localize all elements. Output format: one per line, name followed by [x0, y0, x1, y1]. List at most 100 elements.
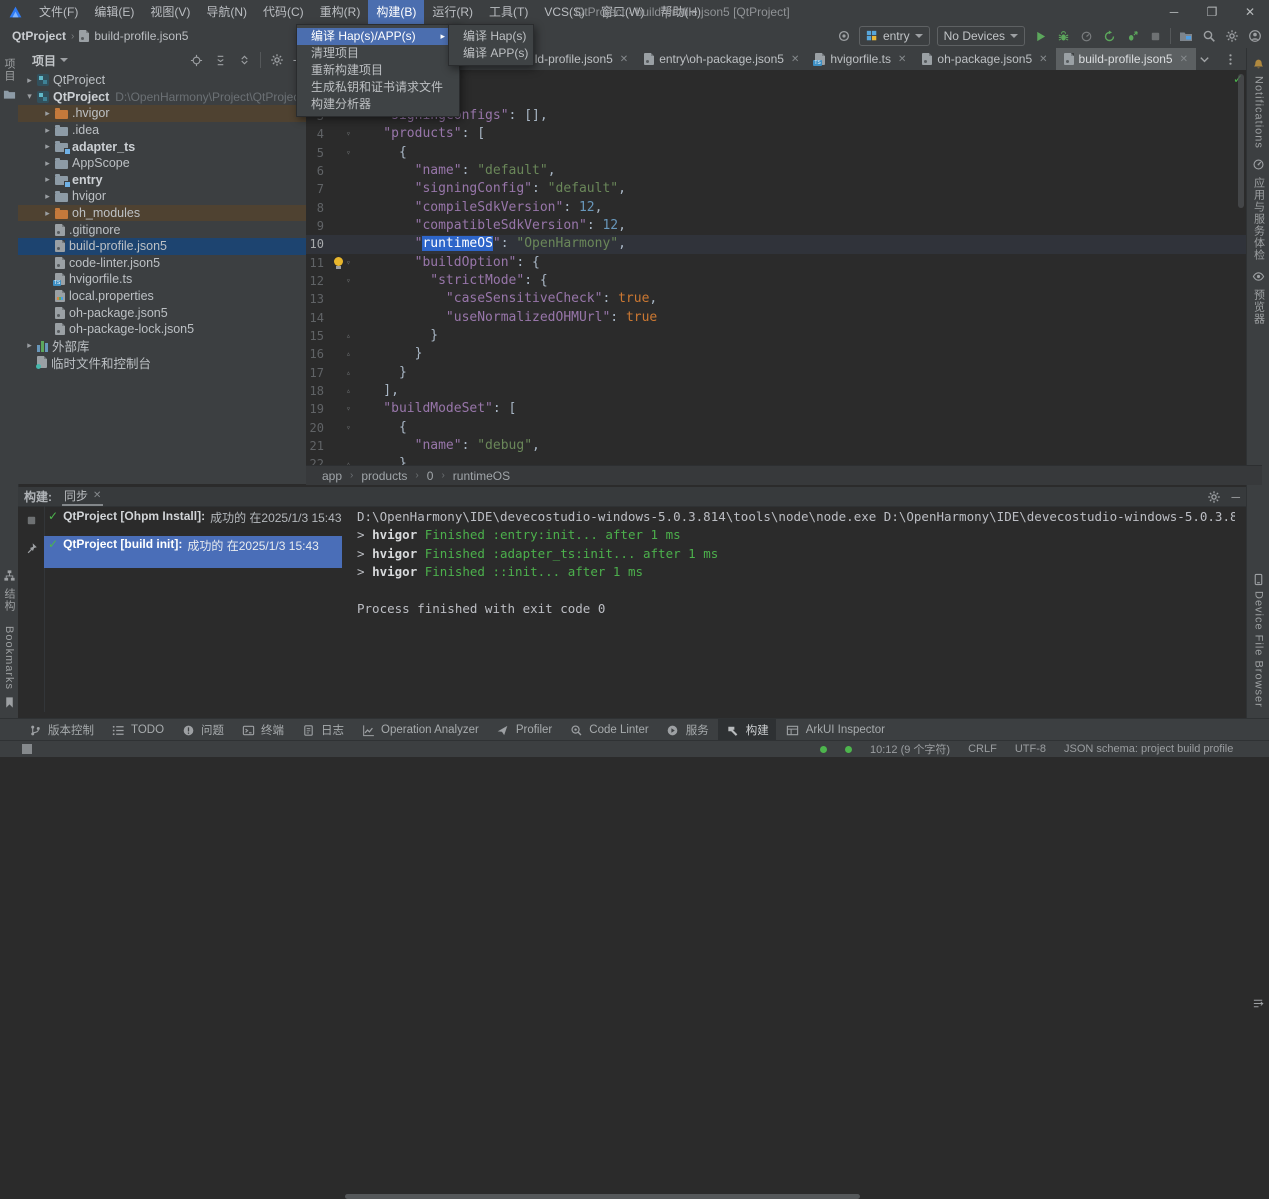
menu-代码(C)[interactable]: 代码(C) [255, 0, 312, 24]
tree-item[interactable]: 临时文件和控制台 [18, 354, 306, 371]
fold-end-icon[interactable]: ▵ [346, 345, 351, 363]
tree-item[interactable]: .gitignore [18, 221, 306, 238]
tool-window-button-log[interactable]: 日志 [293, 719, 351, 741]
tree-item[interactable]: ▸QtProject [18, 72, 306, 89]
menu-item-编译 APP(s)[interactable]: 编译 APP(s) [449, 45, 533, 62]
close-button[interactable]: ✕ [1231, 0, 1269, 24]
tree-item[interactable]: oh-package.json5 [18, 304, 306, 321]
tree-item[interactable]: ▸entry [18, 172, 306, 189]
close-icon[interactable]: ✕ [898, 54, 906, 65]
menu-item-编译 Hap(s)/APP(s)[interactable]: 编译 Hap(s)/APP(s)▸ [297, 28, 459, 45]
tree-item[interactable]: code-linter.json5 [18, 255, 306, 272]
tool-window-button-git-branch[interactable]: 版本控制 [20, 719, 101, 741]
breadcrumb-project[interactable]: QtProject [12, 29, 66, 43]
tool-window-button-inspector[interactable]: ArkUI Inspector [778, 719, 892, 741]
hide-panel-icon[interactable]: ─ [1231, 490, 1240, 504]
tree-item[interactable]: hvigorfile.ts [18, 271, 306, 288]
search-icon[interactable] [1201, 28, 1217, 44]
tool-window-button-hammer[interactable]: 构建 [718, 719, 776, 741]
tool-button-bookmarks[interactable]: Bookmarks [1, 626, 17, 710]
menu-重构(R)[interactable]: 重构(R) [312, 0, 369, 24]
tool-window-button-services[interactable]: 服务 [658, 719, 716, 741]
editor-tab[interactable]: entry\oh-package.json5✕ [636, 48, 807, 70]
tool-button-gauge[interactable]: 应用与服务体检 [1247, 157, 1269, 261]
tree-item[interactable]: ▾QtProjectD:\OpenHarmony\Project\QtProje… [18, 89, 306, 106]
target-icon[interactable] [836, 28, 852, 44]
stop-icon[interactable] [1147, 28, 1163, 44]
menu-构建(B)[interactable]: 构建(B) [368, 0, 424, 24]
code-editor[interactable]: 3 "signingConfigs": [],4▿ "products": [5… [306, 70, 1246, 465]
stop-icon[interactable] [23, 512, 39, 528]
fold-collapse-icon[interactable]: ▿ [346, 254, 351, 272]
menu-文件(F)[interactable]: 文件(F) [31, 0, 86, 24]
fold-end-icon[interactable]: ▵ [346, 382, 351, 400]
tab-sync[interactable]: 同步✕ [62, 487, 103, 506]
caret-position[interactable]: 10:12 (9 个字符) [870, 741, 950, 757]
menu-工具(T)[interactable]: 工具(T) [481, 0, 536, 24]
fold-end-icon[interactable]: ▵ [346, 327, 351, 345]
profiler-gray-icon[interactable] [1078, 28, 1094, 44]
device-selector[interactable]: No Devices [937, 26, 1025, 46]
debug-icon[interactable] [1055, 28, 1071, 44]
menu-运行(R)[interactable]: 运行(R) [424, 0, 481, 24]
close-icon[interactable]: ✕ [93, 490, 101, 501]
menu-item-生成私钥和证书请求文件[interactable]: 生成私钥和证书请求文件 [297, 79, 459, 96]
tree-item[interactable]: ▸.hvigor [18, 105, 306, 122]
maximize-button[interactable]: ❐ [1193, 0, 1231, 24]
encoding[interactable]: UTF-8 [1015, 743, 1046, 755]
project-panel-title[interactable]: 项目 [32, 52, 56, 69]
tree-item[interactable]: build-profile.json5 [18, 238, 306, 255]
fold-collapse-icon[interactable]: ▿ [346, 125, 351, 143]
crumb-index[interactable]: 0 [427, 469, 434, 483]
tool-window-button-problems[interactable]: 问题 [173, 719, 231, 741]
tree-item[interactable]: ▸外部库 [18, 338, 306, 355]
menu-item-构建分析器[interactable]: 构建分析器 [297, 96, 459, 113]
collapse-all-icon[interactable] [236, 52, 252, 68]
fold-collapse-icon[interactable]: ▿ [346, 419, 351, 437]
menu-item-清理项目[interactable]: 清理项目 [297, 45, 459, 62]
fold-collapse-icon[interactable]: ▿ [346, 400, 351, 418]
editor-tab[interactable]: hvigorfile.ts✕ [807, 48, 914, 70]
console-horizontal-scrollbar[interactable] [345, 1194, 860, 1199]
fold-end-icon[interactable]: ▵ [346, 455, 351, 465]
module-selector[interactable]: entry [859, 26, 930, 46]
layout-icon[interactable] [22, 744, 32, 754]
tree-item[interactable]: ▸adapter_ts [18, 138, 306, 155]
menu-item-编译 Hap(s)[interactable]: 编译 Hap(s) [449, 28, 533, 45]
close-icon[interactable]: ✕ [1180, 54, 1188, 65]
minimize-button[interactable]: ─ [1155, 0, 1193, 24]
device-manager-icon[interactable] [1178, 28, 1194, 44]
gear-icon[interactable] [1224, 28, 1240, 44]
gear-icon[interactable] [269, 52, 285, 68]
editor-tab[interactable]: oh-package.json5✕ [914, 48, 1055, 70]
rerun-icon[interactable] [1101, 28, 1117, 44]
tree-item[interactable]: ▸.idea [18, 122, 306, 139]
menu-item-重新构建项目[interactable]: 重新构建项目 [297, 62, 459, 79]
breadcrumb-file[interactable]: build-profile.json5 [94, 29, 188, 43]
close-icon[interactable]: ✕ [1039, 54, 1047, 65]
tree-item[interactable]: ▸hvigor [18, 188, 306, 205]
locate-icon[interactable] [188, 52, 204, 68]
json-schema[interactable]: JSON schema: project build profile [1064, 743, 1233, 755]
tree-item[interactable]: ▸AppScope [18, 155, 306, 172]
fold-collapse-icon[interactable]: ▿ [346, 144, 351, 162]
editor-scrollbar[interactable] [1238, 74, 1244, 208]
chevron-down-icon[interactable] [1196, 51, 1212, 67]
menu-编辑(E)[interactable]: 编辑(E) [86, 0, 142, 24]
build-settings-gear-icon[interactable] [1207, 490, 1221, 504]
chevron-down-icon[interactable] [60, 58, 68, 62]
crumb-app[interactable]: app [322, 469, 342, 483]
menu-导航(N)[interactable]: 导航(N) [198, 0, 255, 24]
kebab-icon[interactable] [1222, 51, 1238, 67]
fold-collapse-icon[interactable]: ▿ [346, 272, 351, 290]
editor-tab[interactable]: build-profile.json5✕ [1056, 48, 1196, 70]
intention-bulb-icon[interactable] [334, 257, 343, 269]
tool-window-button-terminal[interactable]: 终端 [233, 719, 291, 741]
tool-window-button-profiler[interactable]: Profiler [488, 719, 559, 741]
avatar-icon[interactable] [1247, 28, 1263, 44]
tool-button-project[interactable]: 项目 [0, 58, 18, 102]
tool-button-previewer-eye[interactable]: 预览器 [1247, 269, 1269, 325]
run-icon[interactable] [1032, 28, 1048, 44]
expand-all-icon[interactable] [212, 52, 228, 68]
tree-item[interactable]: ▸oh_modules [18, 205, 306, 222]
